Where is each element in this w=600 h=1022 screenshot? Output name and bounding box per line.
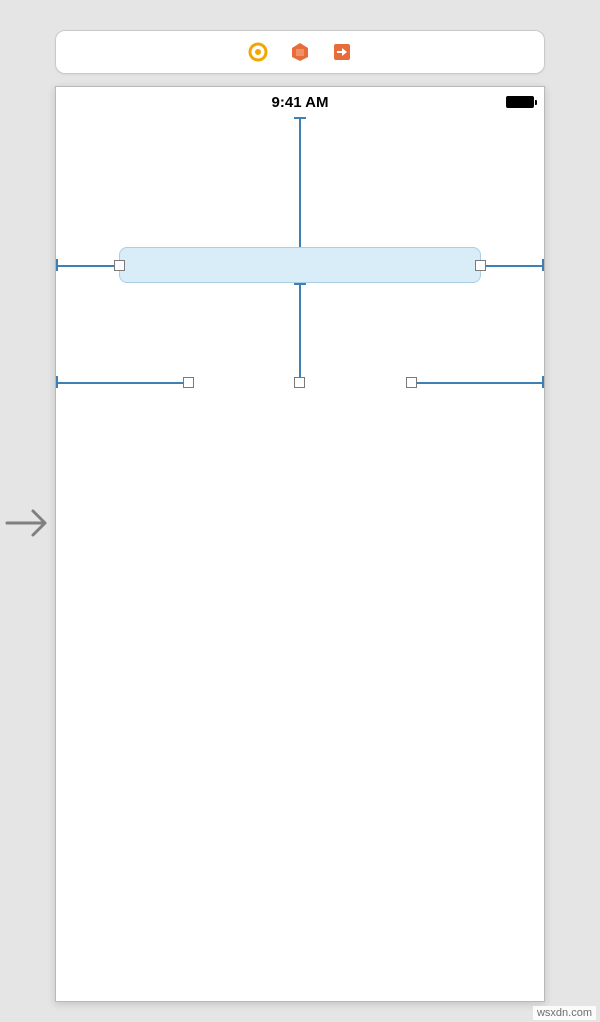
- constraint-guide-top-cap: [294, 117, 306, 119]
- constraint-guide-right[interactable]: [481, 265, 544, 267]
- constraint-guide-row2-left-cap: [56, 376, 58, 388]
- storyboard-entry-arrow-icon[interactable]: [5, 505, 51, 546]
- device-canvas[interactable]: 9:41 AM: [55, 86, 545, 1002]
- constraint-guide-top[interactable]: [299, 117, 301, 247]
- constraint-guide-row2-right[interactable]: [412, 382, 544, 384]
- constraint-guide-left[interactable]: [56, 265, 119, 267]
- watermark: wsxdn.com: [533, 1006, 596, 1020]
- constraint-guide-row2-right-cap: [542, 376, 544, 388]
- constraint-guide-row2-left[interactable]: [56, 382, 188, 384]
- scene-toolbar: [55, 30, 545, 74]
- resize-handle-right[interactable]: [475, 260, 486, 271]
- constraint-guide-center-below-cap1: [294, 283, 306, 285]
- resize-handle-left[interactable]: [114, 260, 125, 271]
- storyboard-reference-icon[interactable]: [332, 42, 352, 62]
- exit-icon[interactable]: [290, 42, 310, 62]
- status-time: 9:41 AM: [272, 94, 329, 111]
- constraint-handle-row2-left[interactable]: [183, 377, 194, 388]
- constraint-guide-right-cap: [542, 259, 544, 271]
- battery-icon: [506, 96, 534, 108]
- constraint-guide-left-cap: [56, 259, 58, 271]
- status-bar: 9:41 AM: [56, 87, 544, 117]
- text-field[interactable]: [119, 247, 481, 283]
- constraint-handle-row2-right[interactable]: [406, 377, 417, 388]
- first-responder-icon[interactable]: [248, 42, 268, 62]
- constraint-guide-center-below[interactable]: [299, 283, 301, 381]
- constraint-handle-center[interactable]: [294, 377, 305, 388]
